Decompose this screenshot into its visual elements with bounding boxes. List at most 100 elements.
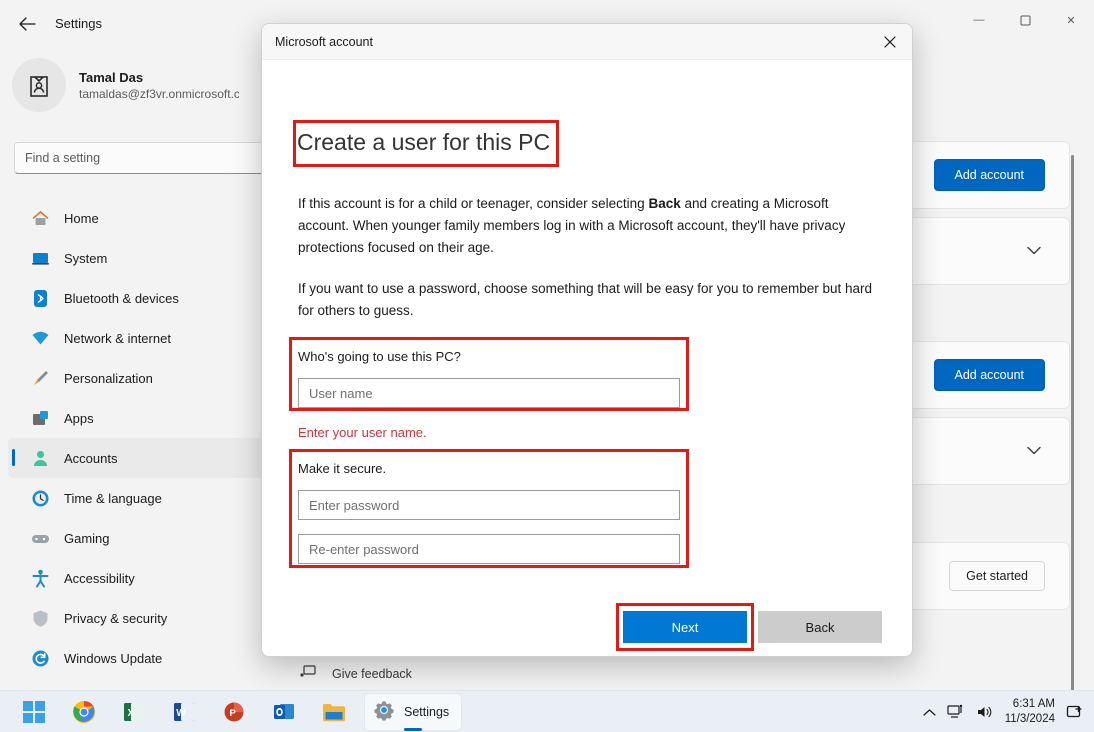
content-scrollbar[interactable] xyxy=(1071,155,1074,710)
svg-text:X: X xyxy=(128,708,135,719)
avatar xyxy=(12,58,66,112)
username-error: Enter your user name. xyxy=(298,425,427,440)
notification-icon[interactable] xyxy=(1066,704,1084,720)
accounts-person-icon xyxy=(30,448,50,468)
dialog-heading: Create a user for this PC xyxy=(297,129,551,155)
sidebar-item-windows-update[interactable]: Windows Update xyxy=(8,638,264,678)
sidebar-item-privacy-security[interactable]: Privacy & security xyxy=(8,598,264,638)
sidebar-item-label: Bluetooth & devices xyxy=(64,290,179,306)
dialog-title: Microsoft account xyxy=(275,35,373,49)
close-button[interactable]: ✕ xyxy=(1048,0,1094,40)
confirm-password-input[interactable]: Re-enter password xyxy=(298,534,680,564)
sidebar-item-label: System xyxy=(64,250,108,266)
sidebar-item-personalization[interactable]: Personalization xyxy=(8,358,264,398)
back-arrow-icon[interactable] xyxy=(12,10,42,38)
dialog-paragraph-1: If this account is for a child or teenag… xyxy=(298,193,876,259)
system-display-icon xyxy=(30,248,50,268)
bluetooth-icon xyxy=(30,288,50,308)
sidebar-item-time-language[interactable]: Time & language xyxy=(8,478,264,518)
gamepad-icon xyxy=(30,528,50,548)
word-icon[interactable]: W xyxy=(164,693,204,731)
dialog-titlebar: Microsoft account xyxy=(262,24,912,60)
sidebar-item-system[interactable]: System xyxy=(8,238,264,278)
next-button[interactable]: Next xyxy=(623,611,747,643)
chevron-down-icon[interactable] xyxy=(1027,244,1041,259)
svg-text:P: P xyxy=(230,708,237,719)
file-explorer-icon[interactable] xyxy=(314,693,354,731)
sidebar-item-label: Personalization xyxy=(64,370,153,386)
window-title: Settings xyxy=(55,16,102,31)
screen: Settings — ✕ Tamal Das tamaldas@zf3vr.on… xyxy=(0,0,1094,732)
profile-block[interactable]: Tamal Das tamaldas@zf3vr.onmicrosoft.com xyxy=(12,58,239,112)
taskbar: X W P Settings 6:31 AM 11/3/2024 xyxy=(0,690,1094,732)
settings-taskbar-label: Settings xyxy=(404,705,450,719)
outlook-icon[interactable] xyxy=(264,693,304,731)
sidebar-item-label: Home xyxy=(64,210,99,226)
feedback-icon xyxy=(300,665,316,682)
powerpoint-icon[interactable]: P xyxy=(214,693,254,731)
gear-icon xyxy=(373,699,395,726)
sidebar-item-label: Time & language xyxy=(64,490,162,506)
home-icon xyxy=(30,208,50,228)
svg-text:W: W xyxy=(176,708,186,719)
sidebar-item-label: Network & internet xyxy=(64,330,171,346)
clock-time: 6:31 AM xyxy=(1012,698,1055,710)
wifi-icon xyxy=(30,328,50,348)
give-feedback-label: Give feedback xyxy=(332,666,412,681)
sidebar-item-label: Accessibility xyxy=(64,570,135,586)
sidebar-item-label: Gaming xyxy=(64,530,110,546)
start-button[interactable] xyxy=(14,693,54,731)
profile-email: tamaldas@zf3vr.onmicrosoft.com xyxy=(79,86,239,101)
minimize-button[interactable]: — xyxy=(956,0,1002,40)
chevron-down-icon[interactable] xyxy=(1027,444,1041,459)
paragraph1-pre: If this account is for a child or teenag… xyxy=(298,196,649,211)
back-button[interactable]: Back xyxy=(758,611,882,643)
sidebar-item-network[interactable]: Network & internet xyxy=(8,318,264,358)
get-started-button[interactable]: Get started xyxy=(949,561,1045,591)
paintbrush-icon xyxy=(30,368,50,388)
paragraph1-bold: Back xyxy=(648,196,681,211)
apps-icon xyxy=(30,408,50,428)
clock[interactable]: 6:31 AM 11/3/2024 xyxy=(1005,697,1055,727)
username-placeholder: User name xyxy=(309,385,373,401)
sidebar-item-home[interactable]: Home xyxy=(8,198,264,238)
username-label: Who's going to use this PC? xyxy=(298,349,461,364)
sidebar-item-bluetooth[interactable]: Bluetooth & devices xyxy=(8,278,264,318)
search-input[interactable]: Find a setting xyxy=(14,142,266,174)
dialog-paragraph-2: If you want to use a password, choose so… xyxy=(298,281,873,318)
excel-icon[interactable]: X xyxy=(114,693,154,731)
profile-name: Tamal Das xyxy=(79,69,144,85)
sidebar-item-accounts[interactable]: Accounts xyxy=(8,438,264,478)
sidebar-item-gaming[interactable]: Gaming xyxy=(8,518,264,558)
window-controls: — ✕ xyxy=(956,0,1094,40)
clock-globe-icon xyxy=(30,488,50,508)
sidebar-item-label: Windows Update xyxy=(64,650,163,666)
network-icon[interactable] xyxy=(947,704,965,720)
password-input[interactable]: Enter password xyxy=(298,490,680,520)
system-tray: 6:31 AM 11/3/2024 xyxy=(923,691,1084,732)
chevron-up-icon[interactable] xyxy=(923,708,936,717)
microsoft-account-dialog: Microsoft account Create a user for this… xyxy=(261,23,913,657)
sidebar-item-apps[interactable]: Apps xyxy=(8,398,264,438)
taskbar-apps: X W P Settings xyxy=(14,691,463,732)
volume-icon[interactable] xyxy=(976,704,994,720)
add-account-button[interactable]: Add account xyxy=(933,359,1045,391)
clock-date: 11/3/2024 xyxy=(1004,713,1055,725)
username-input[interactable]: User name xyxy=(298,378,680,408)
maximize-button[interactable] xyxy=(1002,0,1048,40)
chrome-icon[interactable] xyxy=(64,693,104,731)
sidebar: Tamal Das tamaldas@zf3vr.onmicrosoft.com… xyxy=(0,40,270,690)
close-icon[interactable] xyxy=(868,24,912,60)
update-refresh-icon xyxy=(30,648,50,668)
settings-taskbar-button[interactable]: Settings xyxy=(364,693,463,731)
sidebar-item-label: Apps xyxy=(64,410,94,426)
shield-icon xyxy=(30,608,50,628)
search-placeholder: Find a setting xyxy=(25,151,101,165)
accessibility-person-icon xyxy=(30,568,50,588)
sidebar-item-label: Accounts xyxy=(64,450,118,466)
add-account-button[interactable]: Add account xyxy=(933,159,1045,191)
give-feedback-row[interactable]: Give feedback xyxy=(300,665,412,682)
sidebar-item-accessibility[interactable]: Accessibility xyxy=(8,558,264,598)
confirm-password-placeholder: Re-enter password xyxy=(309,541,419,557)
password-placeholder: Enter password xyxy=(309,497,400,513)
